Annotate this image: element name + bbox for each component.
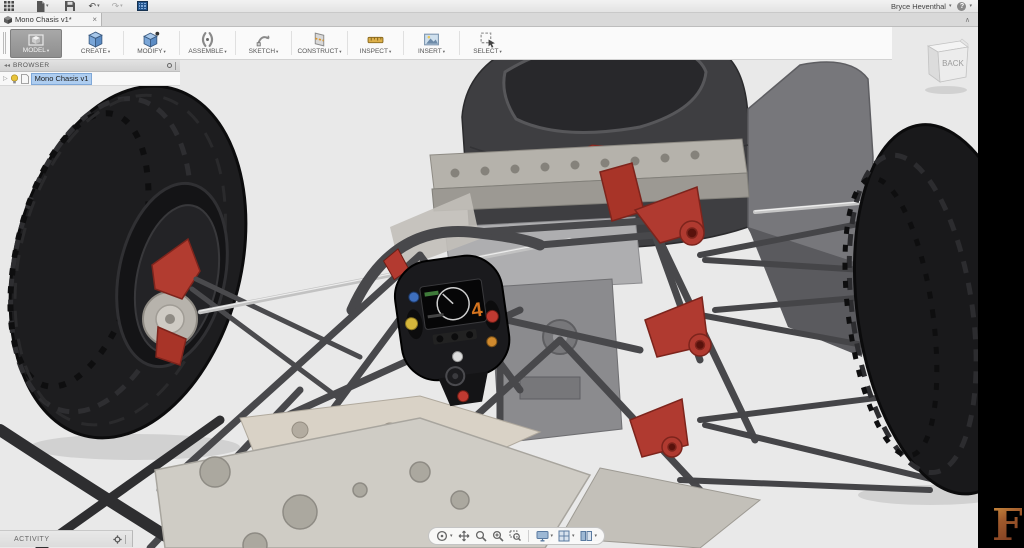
activity-settings-icon[interactable] xyxy=(113,535,122,544)
fit-tool[interactable] xyxy=(492,530,504,542)
browser-collapse-icon[interactable]: ◂◂ xyxy=(4,63,10,69)
help-icon: ? xyxy=(957,2,966,11)
create-label: CREATE▾ xyxy=(81,49,110,56)
viewport-canvas[interactable]: 4 xyxy=(0,27,978,548)
document-cube-icon xyxy=(4,16,12,24)
fusion360-window: ▾ ↶ ▾ ↷ ▾ Bryce Heventhal ▾ ? ▾ xyxy=(0,0,1024,548)
document-tab[interactable]: Mono Chasis v1* × xyxy=(0,13,102,26)
expand-icon[interactable]: ▷ xyxy=(3,75,8,82)
browser-header[interactable]: ◂◂ BROWSER xyxy=(0,60,180,72)
construct-icon xyxy=(311,31,328,48)
model-workspace-icon xyxy=(28,31,44,48)
toolbar-button-modify[interactable]: MODIFY▾ xyxy=(124,28,179,59)
redo-button[interactable]: ↷ ▾ xyxy=(108,0,127,13)
data-panel-icon xyxy=(137,1,148,11)
display-settings-tool[interactable]: ▾ xyxy=(536,530,554,542)
help-caret-icon: ▾ xyxy=(969,4,972,9)
document-tab-bar: Mono Chasis v1* × ∧ xyxy=(0,13,978,27)
data-panel-toggle[interactable] xyxy=(133,0,152,13)
user-name-label: Bryce Heventhal xyxy=(891,2,946,11)
new-file-button[interactable]: ▾ xyxy=(32,0,53,13)
undo-button[interactable]: ↶ ▾ xyxy=(85,0,104,13)
redo-caret-icon: ▾ xyxy=(120,4,123,9)
modify-icon xyxy=(143,31,160,48)
fusion-logo: F xyxy=(990,502,1022,546)
new-file-caret-icon: ▾ xyxy=(46,4,49,9)
application-toolbar: ▾ ↶ ▾ ↷ ▾ Bryce Heventhal ▾ ? ▾ xyxy=(0,0,978,13)
orbit-caret-icon: ▾ xyxy=(450,534,453,539)
browser-options-icon[interactable] xyxy=(167,63,172,68)
app-grid-icon[interactable] xyxy=(0,0,18,13)
browser-title: BROWSER xyxy=(13,62,49,69)
toolbar-button-inspect[interactable]: INSPECT▾ xyxy=(348,28,403,59)
toolbar-button-select[interactable]: SELECT▾ xyxy=(460,28,515,59)
navigation-bar: ▾ ▾ ▾ ▾ xyxy=(428,527,605,545)
activity-panel-header[interactable]: ACTIVITY xyxy=(0,530,133,547)
select-label: SELECT▾ xyxy=(473,49,502,56)
component-doc-icon xyxy=(21,74,29,84)
sketch-label: SKETCH▾ xyxy=(249,49,279,56)
fusion-logo-letter: F xyxy=(992,502,1022,546)
letterbox-strip xyxy=(978,0,1024,548)
workspace-label: MODEL▾ xyxy=(23,48,49,55)
pan-tool[interactable] xyxy=(458,530,470,542)
document-tab-title: Mono Chasis v1* xyxy=(15,15,89,24)
model-toolbar: MODEL▾ CREATE▾ xyxy=(0,27,892,60)
toolbar-button-create[interactable]: CREATE▾ xyxy=(68,28,123,59)
insert-icon xyxy=(423,31,440,48)
grid-snaps-caret-icon: ▾ xyxy=(572,534,575,539)
modify-label: MODIFY▾ xyxy=(137,49,166,56)
root-component-label[interactable]: Mono Chasis v1 xyxy=(31,73,93,85)
view-cube[interactable]: BACK xyxy=(916,32,978,98)
inspect-icon xyxy=(367,31,384,48)
application-area: ▾ ↶ ▾ ↷ ▾ Bryce Heventhal ▾ ? ▾ xyxy=(0,0,978,548)
save-button[interactable] xyxy=(61,0,79,13)
zoom-window-tool[interactable] xyxy=(509,530,521,542)
tab-close-icon[interactable]: × xyxy=(92,16,97,24)
select-icon xyxy=(479,31,496,48)
toolbar-button-construct[interactable]: CONSTRUCT▾ xyxy=(292,28,347,59)
toolbar-button-sketch[interactable]: SKETCH▾ xyxy=(236,28,291,59)
toolbar-grip[interactable] xyxy=(3,32,6,54)
construct-label: CONSTRUCT▾ xyxy=(297,49,341,56)
viewports-tool[interactable]: ▾ xyxy=(580,530,598,542)
sketch-icon xyxy=(255,31,272,48)
toolbar-button-assemble[interactable]: ASSEMBLE▾ xyxy=(180,28,235,59)
display-settings-caret-icon: ▾ xyxy=(551,534,554,539)
browser-pin-separator xyxy=(175,62,176,70)
create-icon xyxy=(87,31,104,48)
workspace-switcher[interactable]: MODEL▾ xyxy=(10,29,62,58)
activity-separator xyxy=(125,535,126,544)
viewcube-face-label: BACK xyxy=(942,59,964,68)
visibility-bulb-icon[interactable] xyxy=(10,74,19,84)
toolbar-button-insert[interactable]: INSERT▾ xyxy=(404,28,459,59)
browser-root-row[interactable]: ▷ Mono Chasis v1 xyxy=(0,72,180,86)
orbit-tool[interactable]: ▾ xyxy=(436,530,453,542)
undo-icon: ↶ xyxy=(89,2,97,11)
user-caret-icon: ▾ xyxy=(949,4,952,9)
navbar-separator xyxy=(528,530,529,542)
assemble-label: ASSEMBLE▾ xyxy=(188,49,226,56)
undo-caret-icon: ▾ xyxy=(97,4,100,9)
zoom-tool[interactable] xyxy=(475,530,487,542)
help-menu[interactable]: ? ▾ xyxy=(957,2,972,11)
user-menu[interactable]: Bryce Heventhal ▾ xyxy=(891,2,952,11)
activity-label: ACTIVITY xyxy=(14,536,50,543)
browser-panel: ◂◂ BROWSER ▷ Mono Chasis v1 xyxy=(0,60,180,86)
toolbar-collapse-icon[interactable]: ∧ xyxy=(965,16,978,24)
viewports-caret-icon: ▾ xyxy=(595,534,598,539)
assemble-icon xyxy=(199,31,216,48)
insert-label: INSERT▾ xyxy=(418,49,445,56)
inspect-label: INSPECT▾ xyxy=(360,49,391,56)
redo-icon: ↷ xyxy=(112,2,120,11)
grid-snaps-tool[interactable]: ▾ xyxy=(558,530,575,542)
